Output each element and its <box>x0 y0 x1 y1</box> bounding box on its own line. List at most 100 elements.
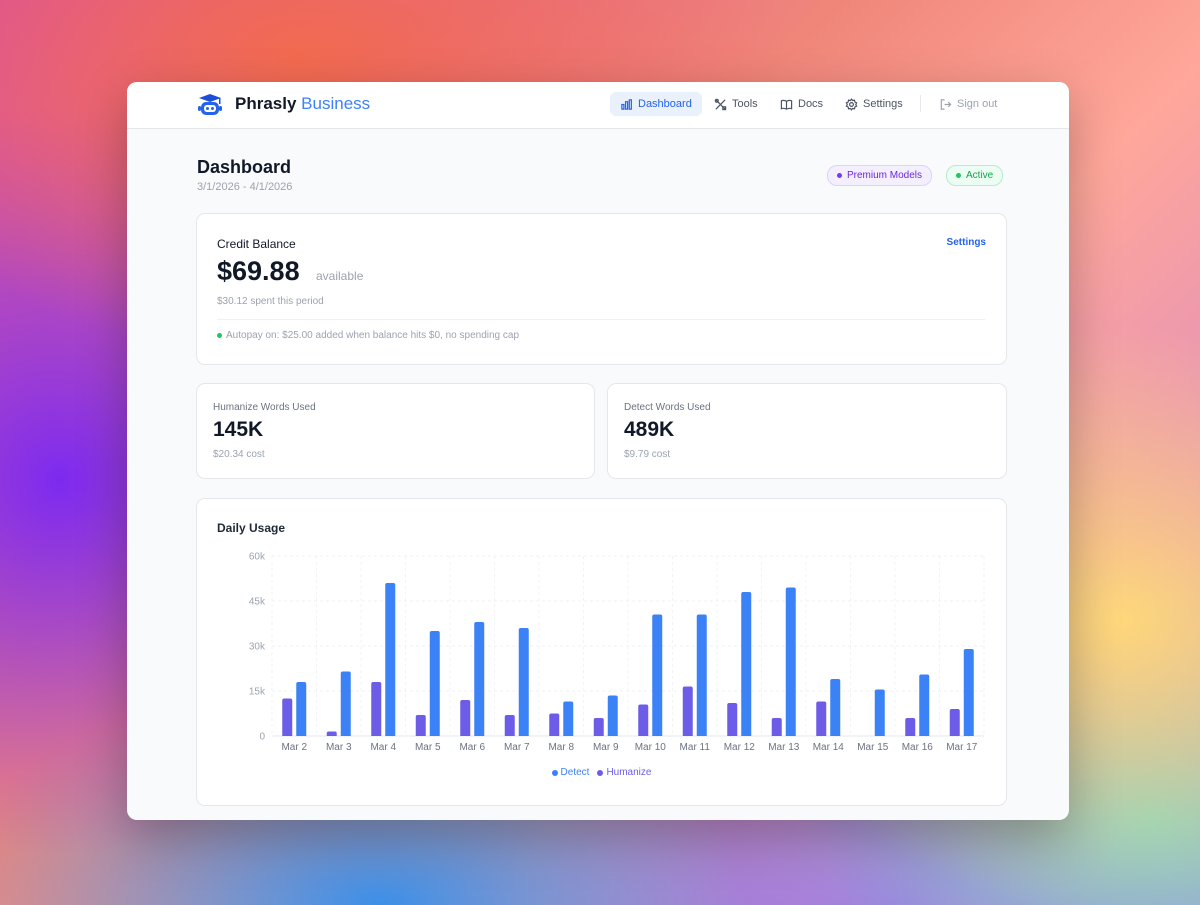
x-tick-label: Mar 17 <box>946 742 978 753</box>
x-tick-label: Mar 16 <box>902 742 934 753</box>
bar-detect <box>963 649 974 736</box>
y-tick-label: 15k <box>249 687 266 698</box>
bar-humanize <box>949 709 960 736</box>
brand-name[interactable]: Phrasly Business <box>235 94 370 114</box>
bar-humanize <box>504 715 515 736</box>
y-tick-label: 60k <box>249 552 266 563</box>
bar-detect <box>474 622 485 736</box>
nav-settings-label: Settings <box>863 98 903 110</box>
credit-balance-card: Credit Balance Settings $69.88 available… <box>196 213 1007 365</box>
y-tick-label: 0 <box>259 732 265 743</box>
nav-tools[interactable]: Tools <box>704 92 768 116</box>
top-navbar: Phrasly Business Dashboard Tools Docs Se… <box>127 82 1069 129</box>
bar-detect <box>652 614 663 736</box>
x-tick-label: Mar 8 <box>548 742 574 753</box>
autopay-dot-icon <box>217 333 222 338</box>
legend-detect[interactable]: Detect <box>551 767 590 778</box>
status-badge-label: Active <box>966 170 994 181</box>
x-tick-label: Mar 12 <box>724 742 756 753</box>
bar-detect <box>785 587 796 736</box>
legend-humanize[interactable]: Humanize <box>597 767 651 778</box>
brand-suffix: Business <box>301 94 371 113</box>
tools-icon <box>714 98 727 110</box>
brand-title: Phrasly <box>235 94 297 113</box>
status-badge: Active <box>946 165 1004 186</box>
x-tick-label: Mar 4 <box>370 742 396 753</box>
gear-icon <box>845 97 858 111</box>
bar-humanize <box>905 718 916 736</box>
bar-detect <box>919 674 930 736</box>
daily-usage-chart: 0 15k 30k 45k 60k Mar 2 Mar 3 Mar 4 Mar 5 Mar 6 Ma… <box>249 552 985 753</box>
premium-dot-icon <box>837 173 842 178</box>
bar-detect <box>340 671 351 736</box>
robot-logo-icon[interactable] <box>197 93 223 117</box>
sign-out-label: Sign out <box>957 98 998 110</box>
humanize-words-value: 145K <box>213 418 264 441</box>
x-tick-label: Mar 7 <box>504 742 530 753</box>
humanize-words-cost: $20.34 cost <box>213 449 265 460</box>
bar-detect <box>696 614 707 736</box>
credit-balance-title: Credit Balance <box>217 237 296 251</box>
detect-words-value: 489K <box>624 418 675 441</box>
credit-spent-text: $30.12 spent this period <box>217 296 324 307</box>
bar-detect <box>607 695 618 736</box>
app-window: Phrasly Business Dashboard Tools Docs Se… <box>127 82 1069 820</box>
bar-detect <box>429 631 440 736</box>
bar-humanize <box>638 704 649 736</box>
credit-divider <box>217 319 985 320</box>
bar-humanize <box>549 713 560 736</box>
bar-humanize <box>771 718 782 736</box>
autopay-status: Autopay on: $25.00 added when balance hi… <box>217 330 519 341</box>
bar-humanize <box>371 682 382 736</box>
nav-divider <box>920 95 921 112</box>
bar-humanize <box>593 718 604 736</box>
status-dot-icon <box>956 173 961 178</box>
bar-detect <box>741 592 752 736</box>
nav-dashboard[interactable]: Dashboard <box>610 92 702 116</box>
x-tick-label: Mar 15 <box>857 742 889 753</box>
x-tick-label: Mar 5 <box>415 742 441 753</box>
y-tick-label: 30k <box>249 642 266 653</box>
detect-words-card: Detect Words Used 489K $9.79 cost <box>607 383 1007 479</box>
date-range: 3/1/2026 - 4/1/2026 <box>197 181 293 193</box>
x-tick-label: Mar 2 <box>281 742 307 753</box>
credit-amount: $69.88 <box>217 256 300 286</box>
legend-humanize-swatch <box>597 769 604 776</box>
premium-badge-label: Premium Models <box>847 170 923 181</box>
bar-humanize <box>415 715 426 736</box>
legend-humanize-label: Humanize <box>606 767 652 778</box>
bar-detect <box>874 689 885 736</box>
nav-docs[interactable]: Docs <box>770 92 833 116</box>
bar-detect <box>830 679 841 736</box>
x-tick-label: Mar 13 <box>768 742 800 753</box>
x-tick-label: Mar 11 <box>680 742 711 753</box>
credit-settings-link[interactable]: Settings <box>947 237 986 248</box>
page-title: Dashboard <box>197 157 292 177</box>
legend-detect-label: Detect <box>560 767 590 778</box>
x-tick-label: Mar 6 <box>459 742 485 753</box>
sign-out-button[interactable]: Sign out <box>929 92 1007 116</box>
humanize-words-label: Humanize Words Used <box>213 402 316 413</box>
x-tick-label: Mar 10 <box>635 742 667 753</box>
book-icon <box>780 99 793 110</box>
autopay-text: Autopay on: $25.00 added when balance hi… <box>226 330 520 341</box>
nav-docs-label: Docs <box>798 98 824 110</box>
chart-legend: Detect Humanize <box>197 767 1006 778</box>
x-tick-label: Mar 9 <box>593 742 619 753</box>
bar-detect <box>518 628 529 736</box>
bar-humanize <box>727 703 738 736</box>
legend-detect-swatch <box>551 769 558 776</box>
bar-humanize <box>816 701 827 736</box>
daily-usage-card: Daily Usage 0 15k 30k 45k 60k Mar 2 Mar 3 Mar 4… <box>196 498 1007 806</box>
bar-humanize <box>682 686 693 736</box>
nav-settings[interactable]: Settings <box>835 92 913 116</box>
bar-humanize <box>326 731 337 736</box>
detect-words-cost: $9.79 cost <box>624 449 671 460</box>
x-tick-label: Mar 14 <box>813 742 845 753</box>
bar-detect <box>385 583 396 736</box>
premium-models-badge: Premium Models <box>827 165 933 186</box>
bar-chart-icon <box>621 98 632 110</box>
nav-tools-label: Tools <box>732 98 758 110</box>
detect-words-label: Detect Words Used <box>624 402 711 413</box>
bar-detect <box>563 701 574 736</box>
